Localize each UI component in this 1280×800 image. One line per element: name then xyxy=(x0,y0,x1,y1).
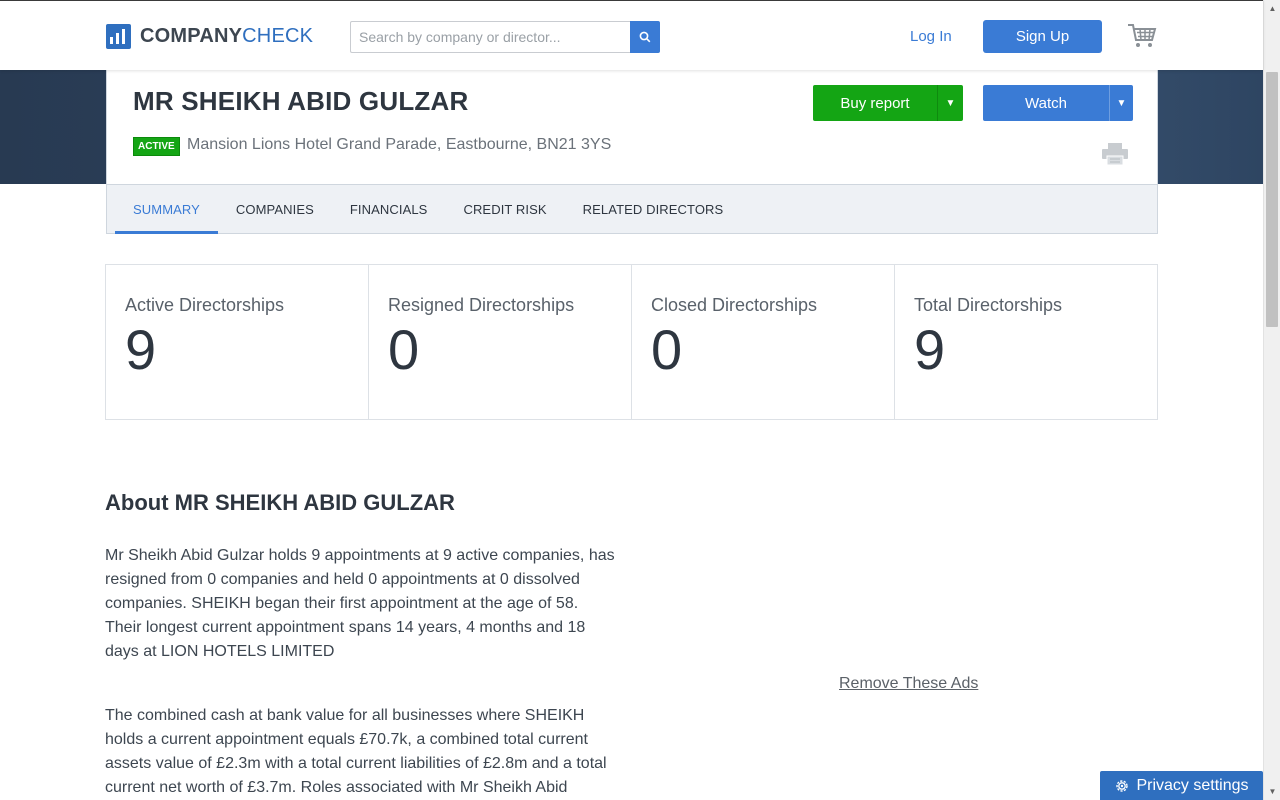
stat-value: 9 xyxy=(125,318,157,381)
director-name: MR SHEIKH ABID GULZAR xyxy=(133,86,469,116)
search-icon xyxy=(639,31,651,43)
director-address: Mansion Lions Hotel Grand Parade, Eastbo… xyxy=(187,136,612,153)
scroll-thumb[interactable] xyxy=(1266,72,1278,327)
tab-financials[interactable]: FINANCIALS xyxy=(332,185,446,234)
stat-resigned-directorships: Resigned Directorships 0 xyxy=(369,265,632,419)
tab-related-directors[interactable]: RELATED DIRECTORS xyxy=(565,185,742,234)
search-bar xyxy=(350,21,660,53)
search-button[interactable] xyxy=(630,21,660,53)
stat-label: Active Directorships xyxy=(125,295,285,315)
watch-label: Watch xyxy=(1025,94,1067,112)
stat-closed-directorships: Closed Directorships 0 xyxy=(632,265,895,419)
stat-label: Resigned Directorships xyxy=(388,295,575,315)
vertical-scrollbar[interactable]: ▲ ▼ xyxy=(1263,0,1280,800)
about-paragraph-appointments: Mr Sheikh Abid Gulzar holds 9 appointmen… xyxy=(105,547,615,660)
director-profile-card: MR SHEIKH ABID GULZAR ACTIVE Mansion Lio… xyxy=(106,70,1158,234)
buy-report-label: Buy report xyxy=(840,94,910,112)
stat-label: Total Directorships xyxy=(914,295,1063,315)
signup-button[interactable]: Sign Up xyxy=(983,20,1102,53)
watch-dropdown-icon[interactable]: ▼ xyxy=(1109,85,1133,121)
print-icon[interactable] xyxy=(1101,142,1129,166)
director-tabs: SUMMARY COMPANIES FINANCIALS CREDIT RISK… xyxy=(107,184,1157,234)
buy-report-button[interactable]: Buy report ▼ xyxy=(813,85,963,121)
login-link[interactable]: Log In xyxy=(910,28,952,45)
privacy-settings-label: Privacy settings xyxy=(1136,776,1249,794)
stat-active-directorships: Active Directorships 9 xyxy=(106,265,369,419)
stat-value: 0 xyxy=(651,318,683,381)
logo-bars-icon xyxy=(106,24,131,49)
stat-value: 0 xyxy=(388,318,420,381)
scroll-down-arrow-icon[interactable]: ▼ xyxy=(1264,783,1280,800)
about-paragraph-financials: The combined cash at bank value for all … xyxy=(105,707,607,796)
stat-value: 9 xyxy=(914,318,946,381)
stat-label: Closed Directorships xyxy=(651,295,818,315)
about-heading: About MR SHEIKH ABID GULZAR xyxy=(105,490,455,515)
search-input[interactable] xyxy=(350,21,630,53)
tab-summary[interactable]: SUMMARY xyxy=(115,185,218,234)
cart-icon[interactable] xyxy=(1127,21,1157,51)
logo-word-check: CHECK xyxy=(242,25,314,47)
directorship-stats: Active Directorships 9 Resigned Director… xyxy=(105,264,1158,420)
buy-report-dropdown-icon[interactable]: ▼ xyxy=(937,85,963,121)
logo-word-company: COMPANY xyxy=(140,25,243,47)
tab-credit-risk[interactable]: CREDIT RISK xyxy=(445,185,564,234)
stat-total-directorships: Total Directorships 9 xyxy=(895,265,1157,419)
top-navigation-bar: COMPANYCHECK Log In Sign Up xyxy=(0,0,1263,70)
privacy-settings-button[interactable]: Privacy settings xyxy=(1100,771,1263,800)
gear-icon xyxy=(1116,779,1129,792)
tab-companies[interactable]: COMPANIES xyxy=(218,185,332,234)
watch-button[interactable]: Watch ▼ xyxy=(983,85,1133,121)
status-badge: ACTIVE xyxy=(133,137,180,156)
remove-ads-link[interactable]: Remove These Ads xyxy=(839,675,978,693)
companycheck-logo[interactable]: COMPANYCHECK xyxy=(106,24,313,49)
scroll-up-arrow-icon[interactable]: ▲ xyxy=(1264,0,1280,17)
logo-wordmark: COMPANYCHECK xyxy=(140,25,313,48)
